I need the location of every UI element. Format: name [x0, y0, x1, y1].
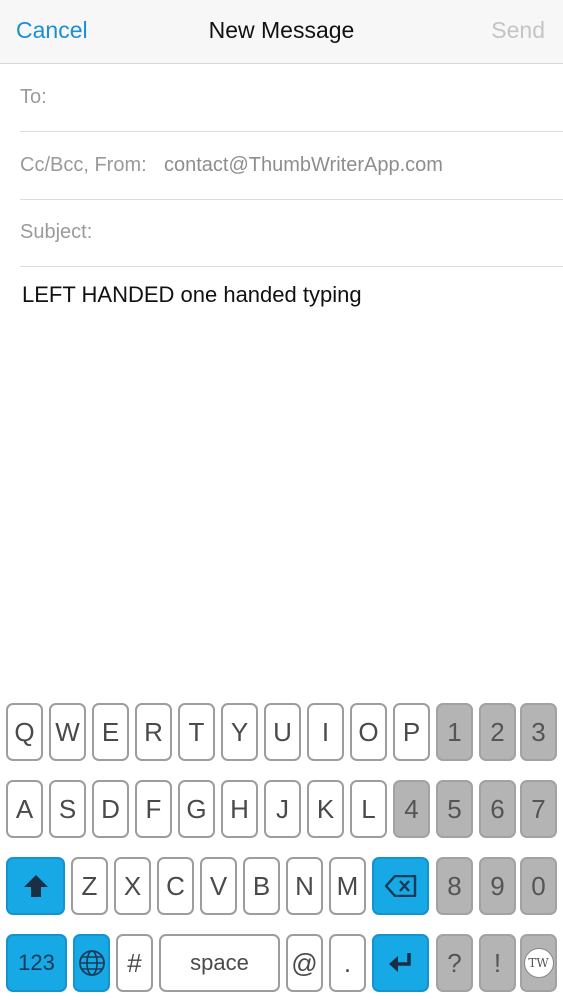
key-p[interactable]: P: [393, 703, 430, 761]
message-body[interactable]: LEFT HANDED one handed typing: [22, 282, 362, 308]
thumbwriter-logo-icon: TW: [523, 948, 554, 978]
key-2[interactable]: 2: [479, 703, 516, 761]
keyboard: Q W E R T Y U I O P 1 2 3 A S D F G H J …: [0, 690, 563, 1000]
key-8[interactable]: 8: [436, 857, 473, 915]
key-y[interactable]: Y: [221, 703, 258, 761]
key-hash[interactable]: #: [116, 934, 153, 992]
key-i[interactable]: I: [307, 703, 344, 761]
key-z[interactable]: Z: [71, 857, 108, 915]
subject-label: Subject:: [20, 221, 93, 243]
key-w[interactable]: W: [49, 703, 86, 761]
key-5[interactable]: 5: [436, 780, 473, 838]
key-v[interactable]: V: [200, 857, 237, 915]
subject-field[interactable]: Subject:: [20, 199, 563, 267]
key-j[interactable]: J: [264, 780, 301, 838]
to-label: To:: [20, 86, 47, 108]
numbers-key[interactable]: 123: [6, 934, 67, 992]
key-b[interactable]: B: [243, 857, 280, 915]
cc-bcc-from-label: Cc/Bcc, From:: [20, 154, 147, 176]
key-r[interactable]: R: [135, 703, 172, 761]
key-c[interactable]: C: [157, 857, 194, 915]
key-h[interactable]: H: [221, 780, 258, 838]
key-7[interactable]: 7: [520, 780, 557, 838]
return-arrow-icon: [388, 953, 411, 972]
navigation-bar: Cancel New Message Send: [0, 0, 563, 64]
key-e[interactable]: E: [92, 703, 129, 761]
shift-key[interactable]: [6, 857, 65, 915]
key-g[interactable]: G: [178, 780, 215, 838]
key-at[interactable]: @: [286, 934, 323, 992]
cc-bcc-from-field[interactable]: Cc/Bcc, From: contact@ThumbWriterApp.com: [20, 132, 563, 200]
key-x[interactable]: X: [114, 857, 151, 915]
key-question[interactable]: ?: [436, 934, 473, 992]
key-k[interactable]: K: [307, 780, 344, 838]
globe-icon: [78, 950, 105, 976]
globe-key[interactable]: [73, 934, 110, 992]
key-exclaim[interactable]: !: [479, 934, 516, 992]
key-3[interactable]: 3: [520, 703, 557, 761]
key-t[interactable]: T: [178, 703, 215, 761]
key-f[interactable]: F: [135, 780, 172, 838]
key-l[interactable]: L: [350, 780, 387, 838]
from-address: contact@ThumbWriterApp.com: [164, 154, 443, 176]
space-key[interactable]: space: [159, 934, 280, 992]
key-1[interactable]: 1: [436, 703, 473, 761]
shift-arrow-icon: [23, 875, 48, 897]
thumbwriter-key[interactable]: TW: [520, 934, 557, 992]
key-period[interactable]: .: [329, 934, 366, 992]
key-o[interactable]: O: [350, 703, 387, 761]
key-q[interactable]: Q: [6, 703, 43, 761]
key-9[interactable]: 9: [479, 857, 516, 915]
key-0[interactable]: 0: [520, 857, 557, 915]
key-u[interactable]: U: [264, 703, 301, 761]
return-key[interactable]: [372, 934, 429, 992]
key-d[interactable]: D: [92, 780, 129, 838]
page-title: New Message: [208, 17, 355, 43]
to-field[interactable]: To:: [20, 64, 563, 132]
delete-key[interactable]: [372, 857, 429, 915]
send-button[interactable]: Send: [491, 17, 545, 44]
key-4[interactable]: 4: [393, 780, 430, 838]
key-6[interactable]: 6: [479, 780, 516, 838]
key-m[interactable]: M: [329, 857, 366, 915]
key-n[interactable]: N: [286, 857, 323, 915]
key-s[interactable]: S: [49, 780, 86, 838]
backspace-icon: [384, 875, 416, 897]
key-a[interactable]: A: [6, 780, 43, 838]
